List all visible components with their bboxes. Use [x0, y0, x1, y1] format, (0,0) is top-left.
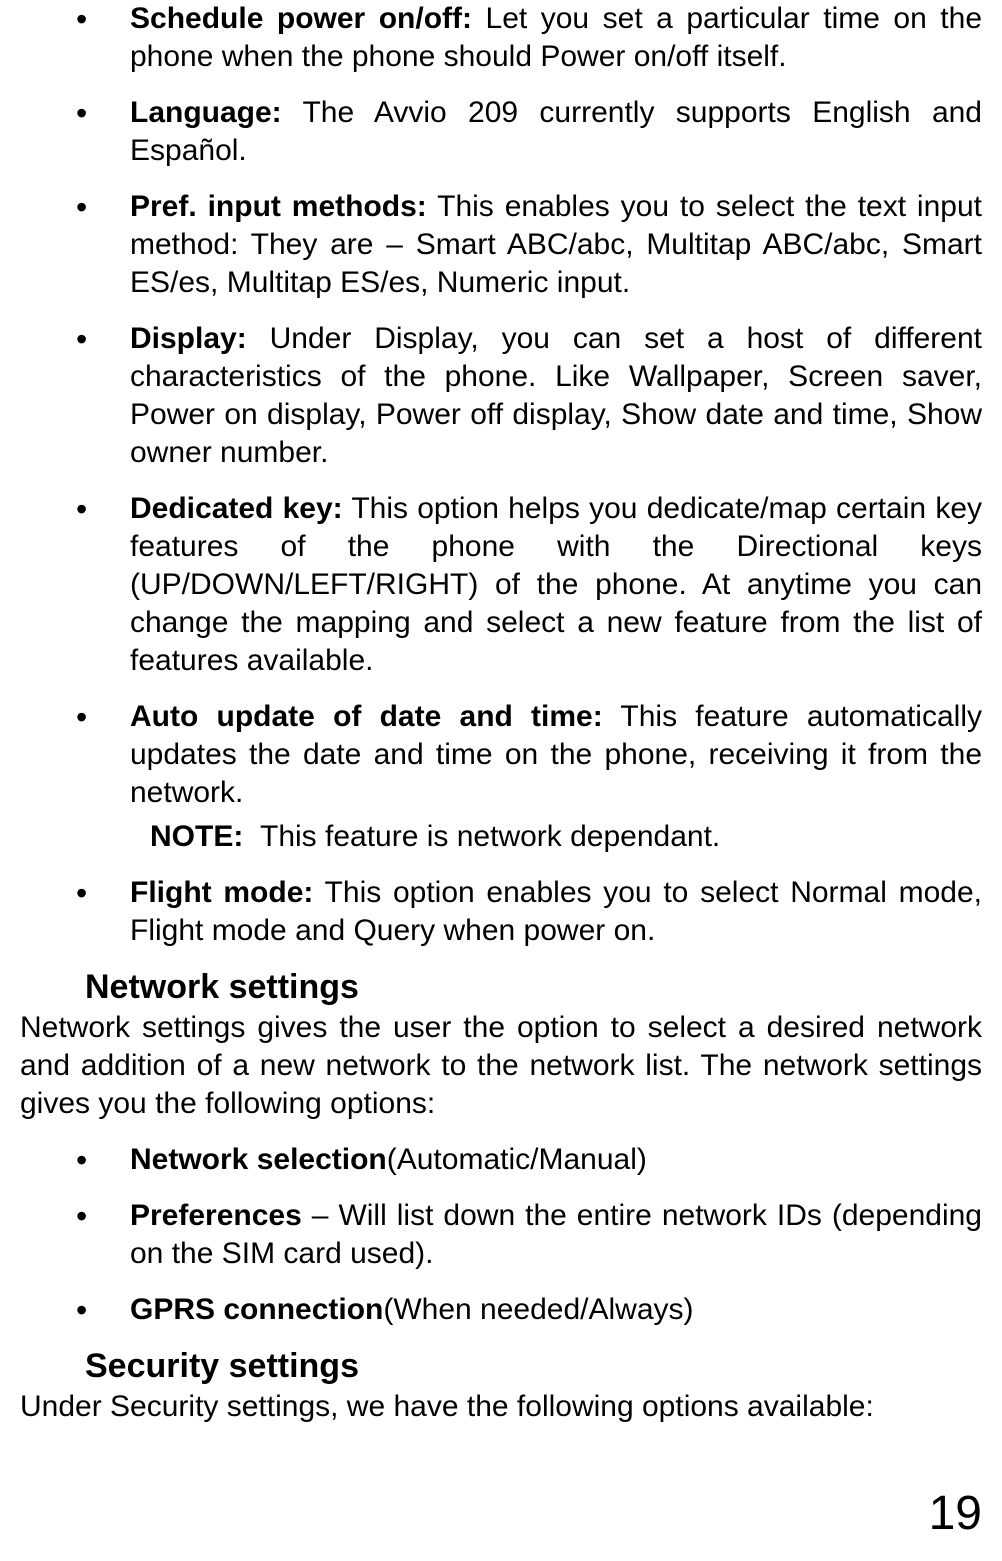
list-item: • Dedicated key: This option helps you d… — [20, 490, 982, 680]
bullet-icon: • — [20, 0, 130, 76]
list-item-text: (When needed/Always) — [383, 1293, 693, 1326]
list-item: • GPRS connection(When needed/Always) — [20, 1291, 982, 1329]
security-settings-intro: Under Security settings, we have the fol… — [20, 1388, 982, 1426]
note-label: NOTE: — [150, 820, 243, 853]
list-item: • Preferences – Will list down the entir… — [20, 1197, 982, 1273]
list-item: • Language: The Avvio 209 currently supp… — [20, 94, 982, 170]
list-item-label: Display: — [130, 322, 247, 355]
list-item-label: Preferences — [130, 1199, 302, 1232]
document-page: • Schedule power on/off: Let you set a p… — [0, 0, 1002, 1426]
list-item: • Pref. input methods: This enables you … — [20, 188, 982, 302]
bullet-icon: • — [20, 94, 130, 170]
bullet-icon: • — [20, 698, 130, 812]
bullet-icon: • — [20, 874, 130, 950]
list-item: • Network selection(Automatic/Manual) — [20, 1141, 982, 1179]
bullet-icon: • — [20, 188, 130, 302]
list-item-label: Language: — [130, 96, 282, 129]
settings-bullet-list-1: • Schedule power on/off: Let you set a p… — [20, 0, 982, 812]
list-item: • Schedule power on/off: Let you set a p… — [20, 0, 982, 76]
list-item-content: Pref. input methods: This enables you to… — [130, 188, 982, 302]
list-item-text: Under Display, you can set a host of dif… — [130, 322, 982, 469]
list-item-label: Schedule power on/off: — [130, 2, 472, 35]
list-item-label: Pref. input methods: — [130, 190, 427, 223]
list-item-content: Flight mode: This option enables you to … — [130, 874, 982, 950]
list-item: • Auto update of date and time: This fea… — [20, 698, 982, 812]
note-text: This feature is network dependant. — [260, 820, 720, 853]
list-item-content: Network selection(Automatic/Manual) — [130, 1141, 982, 1179]
bullet-icon: • — [20, 1197, 130, 1273]
list-item-label: GPRS connection — [130, 1293, 383, 1326]
list-item-label: Dedicated key: — [130, 492, 343, 525]
bullet-icon: • — [20, 1291, 130, 1329]
settings-bullet-list-1b: • Flight mode: This option enables you t… — [20, 874, 982, 950]
list-item-content: Language: The Avvio 209 currently suppor… — [130, 94, 982, 170]
list-item-content: Preferences – Will list down the entire … — [130, 1197, 982, 1273]
list-item-label: Flight mode: — [130, 876, 313, 909]
list-item-content: Display: Under Display, you can set a ho… — [130, 320, 982, 472]
bullet-icon: • — [20, 1141, 130, 1179]
list-item-content: Auto update of date and time: This featu… — [130, 698, 982, 812]
page-number: 19 — [929, 1486, 982, 1541]
list-item: • Flight mode: This option enables you t… — [20, 874, 982, 950]
list-item-content: Dedicated key: This option helps you ded… — [130, 490, 982, 680]
security-settings-heading: Security settings — [20, 1347, 982, 1386]
list-item-label: Auto update of date and time: — [130, 700, 603, 733]
bullet-icon: • — [20, 320, 130, 472]
note-line: NOTE: This feature is network dependant. — [20, 818, 982, 856]
list-item: • Display: Under Display, you can set a … — [20, 320, 982, 472]
list-item-text: (Automatic/Manual) — [387, 1143, 647, 1176]
network-bullet-list: • Network selection(Automatic/Manual) • … — [20, 1141, 982, 1329]
list-item-content: GPRS connection(When needed/Always) — [130, 1291, 982, 1329]
bullet-icon: • — [20, 490, 130, 680]
list-item-label: Network selection — [130, 1143, 387, 1176]
network-settings-intro: Network settings gives the user the opti… — [20, 1009, 982, 1123]
list-item-content: Schedule power on/off: Let you set a par… — [130, 0, 982, 76]
network-settings-heading: Network settings — [20, 968, 982, 1007]
